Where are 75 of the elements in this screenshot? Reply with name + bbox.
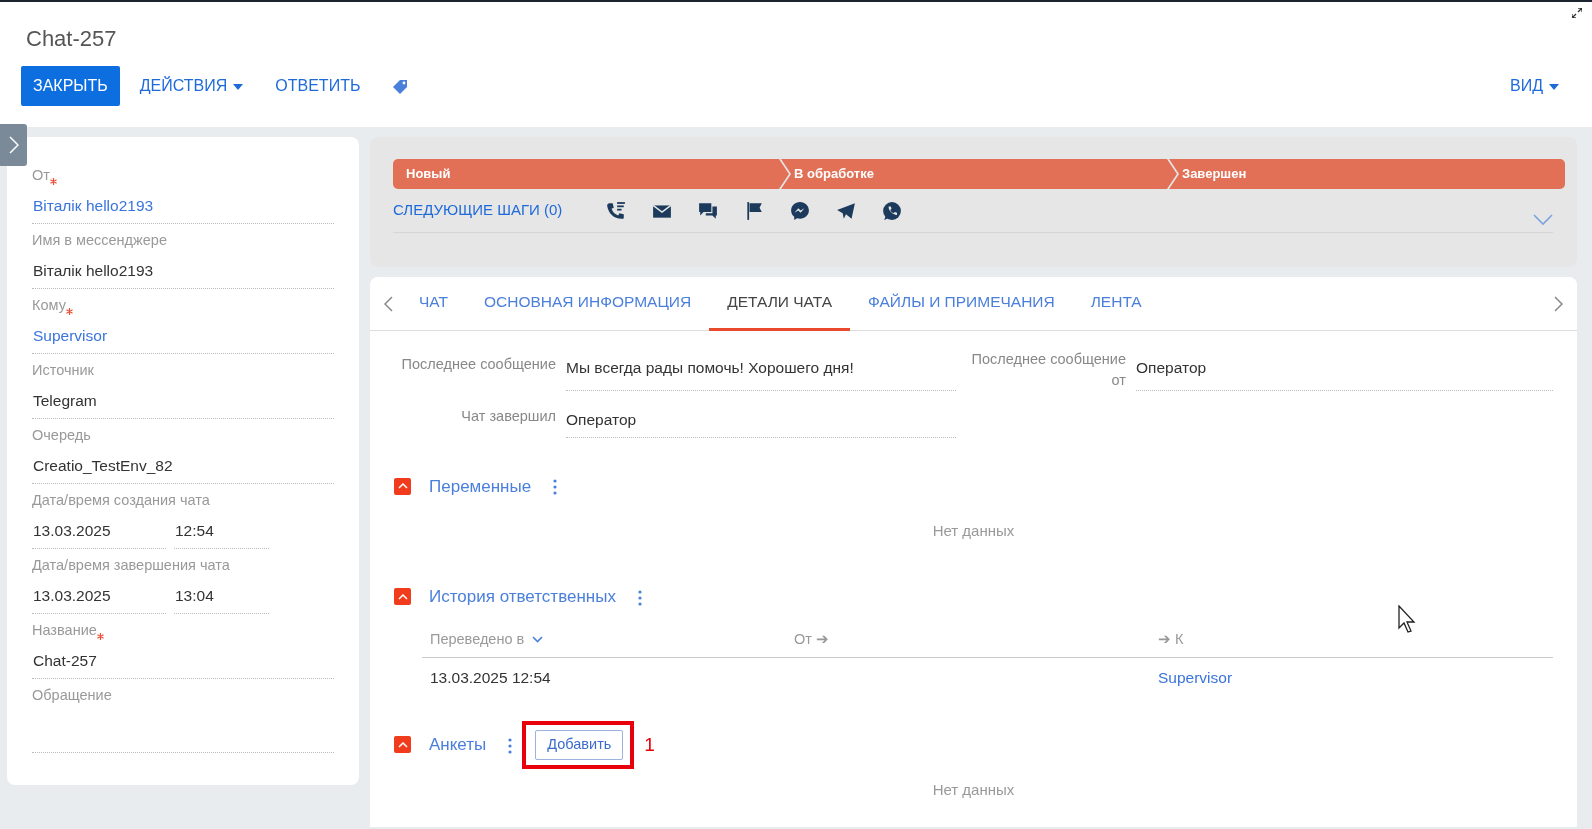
tab[interactable]: ДЕТАЛИ ЧАТА	[709, 276, 851, 331]
time-field[interactable]: 13:04	[174, 576, 269, 614]
phone-icon[interactable]	[606, 200, 627, 221]
field-label: Название	[32, 620, 334, 642]
next-steps-link[interactable]: СЛЕДУЮЩИЕ ШАГИ (0)	[393, 199, 563, 222]
field-value[interactable]: Creatio_TestEnv_82	[32, 446, 334, 484]
field-label: Последнее сообщение	[400, 355, 556, 374]
field-label: Последнее сообщение от	[970, 350, 1126, 390]
sort-icon[interactable]	[532, 636, 544, 644]
field-value[interactable]: Chat-257	[32, 641, 334, 679]
paper-plane-icon[interactable]	[836, 200, 857, 221]
reply-button[interactable]: ОТВЕТИТЬ	[263, 66, 373, 107]
tag-icon	[392, 79, 409, 96]
field-label: Дата/время создания чата	[32, 491, 211, 510]
field-label: Дата/время завершения чата	[32, 556, 231, 575]
section-title[interactable]: Анкеты	[429, 732, 487, 758]
table-cell: 13.03.2025 12:54	[430, 668, 551, 686]
collapse-toggle[interactable]	[394, 588, 411, 606]
cursor-icon	[1398, 605, 1418, 633]
collapse-toggle[interactable]	[394, 477, 411, 495]
expand-icon[interactable]	[1572, 8, 1582, 18]
field-value[interactable]: Оператор	[1136, 349, 1553, 392]
sidebar-toggle[interactable]	[0, 124, 27, 166]
collapse-toggle[interactable]	[394, 736, 411, 754]
callout-number: 1	[644, 732, 655, 757]
field-label: Чат завершил	[460, 407, 556, 427]
field-label: Очередь	[32, 426, 92, 445]
empty-message: Нет данных	[931, 779, 1016, 800]
tab[interactable]: ЛЕНТА	[1072, 276, 1160, 331]
chevron-up-icon	[397, 483, 408, 490]
add-button[interactable]: Добавить	[535, 729, 624, 760]
required-icon	[49, 175, 57, 185]
field-link[interactable]: Віталік hello2193	[32, 186, 334, 224]
required-icon	[96, 630, 104, 640]
chevron-down-icon[interactable]	[1533, 213, 1553, 226]
field-value[interactable]: Telegram	[32, 381, 334, 419]
section-title[interactable]: История ответственных	[429, 584, 616, 610]
stage-step[interactable]: В обработке	[781, 159, 1177, 189]
actions-button[interactable]: ДЕЙСТВИЯ	[127, 66, 256, 107]
section-title[interactable]: Переменные	[429, 473, 532, 500]
empty-message: Нет данных	[931, 521, 1016, 542]
date-field[interactable]: 13.03.2025	[32, 576, 166, 614]
field-label: От	[32, 165, 334, 187]
column-header[interactable]: ➔ К	[1158, 630, 1184, 647]
column-header[interactable]: От ➔	[794, 630, 829, 647]
close-button[interactable]: ЗАКРЫТЬ	[21, 66, 120, 107]
caret-icon	[233, 84, 244, 91]
tab[interactable]: ФАЙЛЫ И ПРИМЕЧАНИЯ	[850, 276, 1073, 331]
required-icon	[65, 305, 73, 315]
stage-step[interactable]: Завершен	[1169, 159, 1565, 189]
tab[interactable]: ЧАТ	[401, 276, 466, 331]
field-value[interactable]: Віталік hello2193	[32, 251, 334, 289]
table-link[interactable]: Supervisor	[1158, 668, 1233, 686]
tab[interactable]: ОСНОВНАЯ ИНФОРМАЦИЯ	[465, 276, 710, 331]
time-field[interactable]: 12:54	[174, 511, 269, 549]
field-label: Обращение	[32, 686, 113, 705]
field-link[interactable]: Supervisor	[32, 316, 334, 354]
window-title: Chat-257	[26, 26, 118, 53]
caret-icon	[1549, 84, 1559, 91]
messenger-icon[interactable]	[790, 200, 811, 221]
chevron-right-icon	[8, 136, 19, 154]
phone-bubble-icon[interactable]	[882, 200, 903, 221]
view-button[interactable]: ВИД	[1498, 66, 1571, 107]
date-field[interactable]: 13.03.2025	[32, 511, 166, 549]
flag-icon[interactable]	[744, 200, 765, 221]
field-value[interactable]: Мы всегда рады помочь! Хорошего дня!	[566, 349, 956, 392]
field-label: Источник	[32, 361, 95, 380]
chevron-up-icon	[397, 741, 408, 748]
stage-step[interactable]: Новый	[393, 159, 789, 189]
field-label: Имя в мессенджере	[32, 231, 168, 250]
chat-bubbles-icon[interactable]	[698, 200, 719, 221]
field-value[interactable]: Оператор	[566, 401, 956, 439]
field-label: Кому	[32, 295, 334, 317]
column-header[interactable]: Переведено в	[430, 628, 525, 651]
chevron-up-icon	[397, 593, 408, 600]
